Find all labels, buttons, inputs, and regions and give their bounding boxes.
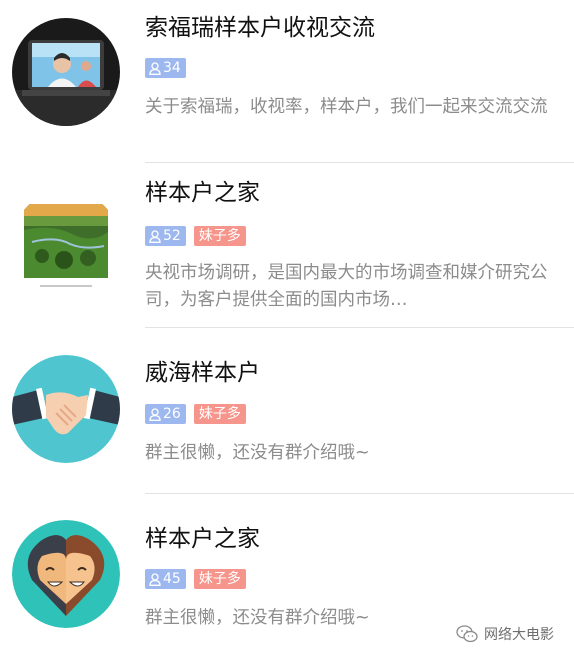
member-count-badge: 52: [145, 226, 186, 246]
group-item[interactable]: 索福瑞样本户收视交流 34 关于索福瑞，收视率，样本户，我们一起来交流交流: [0, 0, 574, 163]
group-description: 央视市场调研，是国内最大的市场调查和媒介研究公司，为客户提供全面的国内市场…: [145, 263, 548, 310]
group-name: 威海样本户: [145, 360, 260, 386]
many-girls-badge: 妹子多: [193, 226, 246, 246]
person-icon: [149, 229, 161, 243]
group-avatar-two-faces[interactable]: [12, 520, 120, 628]
group-description: 群主很懒，还没有群介绍哦~: [145, 443, 370, 463]
group-tags: 52 妹子多: [145, 226, 246, 246]
person-icon: [149, 407, 161, 421]
group-name: 样本户之家: [145, 526, 260, 552]
two-faces-icon: [12, 520, 120, 628]
group-item[interactable]: 威海样本户 26 妹子多 群主很懒，还没有群介绍哦~: [0, 328, 574, 494]
member-count: 45: [163, 571, 181, 587]
watermark: 网络大电影: [456, 624, 554, 644]
group-avatar-landscape[interactable]: [12, 190, 120, 298]
group-description: 关于索福瑞，收视率，样本户，我们一起来交流交流: [145, 97, 548, 117]
many-girls-badge: 妹子多: [193, 569, 246, 589]
member-count-badge: 26: [145, 404, 186, 424]
member-count: 26: [163, 406, 181, 422]
many-girls-badge: 妹子多: [193, 404, 246, 424]
group-avatar-handshake[interactable]: [12, 355, 120, 463]
group-name: 样本户之家: [145, 180, 260, 206]
group-tags: 45 妹子多: [145, 569, 246, 589]
member-count: 52: [163, 228, 181, 244]
member-count: 34: [163, 60, 181, 76]
member-count-badge: 45: [145, 569, 186, 589]
group-avatar-tv-screen[interactable]: [12, 18, 120, 126]
group-tags: 34: [145, 58, 186, 78]
watermark-text: 网络大电影: [484, 627, 554, 643]
tv-screen-photo-icon: [12, 18, 120, 126]
landscape-photo-icon: [12, 190, 120, 298]
member-count-badge: 34: [145, 58, 186, 78]
person-icon: [149, 572, 161, 586]
handshake-icon: [12, 355, 120, 463]
group-name: 索福瑞样本户收视交流: [145, 15, 375, 41]
group-item[interactable]: 样本户之家 52 妹子多 央视市场调研，是国内最大的市场调查和媒介研究公司，为客…: [0, 163, 574, 328]
group-list: 索福瑞样本户收视交流 34 关于索福瑞，收视率，样本户，我们一起来交流交流 样本…: [0, 0, 574, 661]
person-icon: [149, 61, 161, 75]
group-tags: 26 妹子多: [145, 404, 246, 424]
wechat-icon: [456, 625, 478, 643]
